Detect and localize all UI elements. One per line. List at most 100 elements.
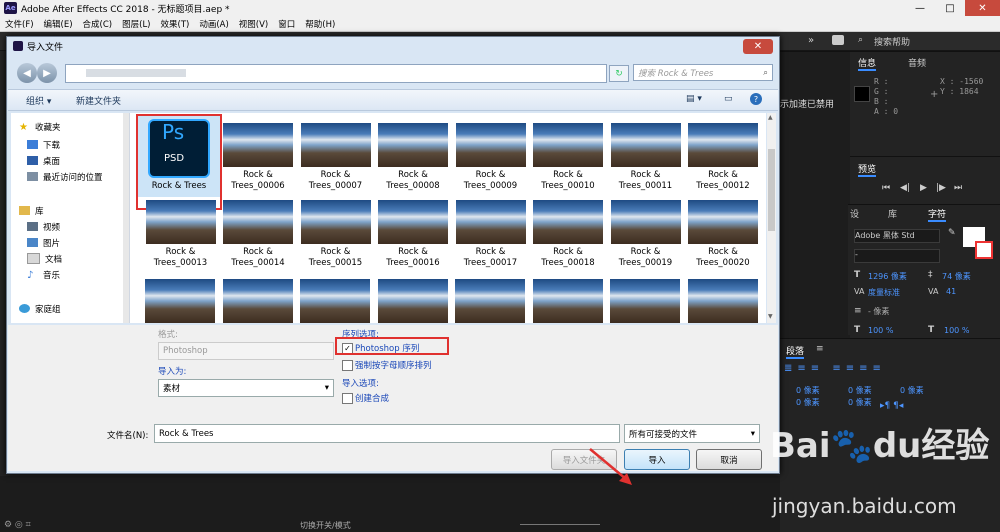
toolbar-expand-icon[interactable]: » [808, 35, 814, 46]
file-tile[interactable]: Rock & Trees_00009 [452, 123, 529, 192]
direction-buttons[interactable]: ▸¶ ¶◂ [880, 401, 903, 411]
menu-file[interactable]: 文件(F) [5, 18, 34, 30]
search-help-label[interactable]: 搜索帮助 [874, 35, 910, 48]
indent-first-value[interactable]: 0 像素 [900, 385, 924, 396]
dialog-close-button[interactable]: ✕ [743, 39, 773, 54]
new-folder-button[interactable]: 新建文件夹 [76, 94, 121, 107]
image-thumbnail-partial[interactable] [300, 279, 370, 323]
tab-paragraph[interactable]: 段落 [786, 344, 805, 359]
address-input[interactable] [65, 64, 607, 83]
nav-videos[interactable]: 视频 [27, 219, 60, 234]
create-comp-checkbox[interactable] [342, 393, 353, 404]
menu-edit[interactable]: 编辑(E) [44, 18, 73, 30]
tab-character[interactable]: 字符 [928, 207, 947, 222]
image-thumbnail-partial[interactable] [145, 279, 215, 323]
create-comp-label[interactable]: 创建合成 [355, 392, 389, 404]
menu-animation[interactable]: 动画(A) [199, 18, 228, 30]
tab-library[interactable]: 库 [888, 207, 897, 220]
nav-pictures[interactable]: 图片 [27, 235, 60, 250]
tab-settings-truncated[interactable]: 设 [850, 207, 859, 220]
menu-window[interactable]: 窗口 [278, 18, 295, 30]
filetype-select[interactable]: 所有可接受的文件 ▾ [624, 424, 760, 443]
preview-pane-icon[interactable]: ▭ [724, 94, 733, 104]
file-tile[interactable]: Rock & Trees_00007 [297, 123, 374, 192]
nav-music[interactable]: ♪ 音乐 [27, 267, 60, 282]
timeline-icons[interactable]: ⚙ ◎ ⌗ [4, 520, 31, 530]
force-alpha-label[interactable]: 强制按字母顺序排列 [355, 359, 432, 371]
view-options-icon[interactable]: ▤ ▾ [686, 94, 702, 104]
scroll-thumb[interactable] [768, 149, 775, 231]
minimize-button[interactable]: — [905, 0, 935, 16]
scroll-down-icon[interactable]: ▼ [768, 313, 773, 320]
file-tile[interactable]: Rock & Trees_00006 [220, 123, 297, 192]
vertical-scale-value[interactable]: 100 % [868, 326, 893, 335]
image-thumbnail-partial[interactable] [222, 279, 293, 323]
nav-download[interactable]: 下载 [27, 137, 60, 152]
file-tile[interactable]: Rock & Trees_00013 [142, 200, 219, 269]
nav-libraries[interactable]: 库 [19, 203, 44, 218]
workspace-icon[interactable] [832, 35, 844, 45]
stroke-color-swatch[interactable] [975, 241, 993, 259]
filename-input[interactable]: Rock & Trees [154, 424, 620, 443]
kerning-value[interactable]: 度量标准 [868, 287, 900, 298]
file-tile[interactable]: Rock & Trees_00012 [685, 123, 762, 192]
file-tile[interactable]: Rock & Trees_00015 [297, 200, 374, 269]
align-buttons[interactable]: ≣≡≡ ≡≡≡≡ [784, 363, 886, 374]
stroke-width-value[interactable]: - 像素 [868, 306, 889, 317]
menu-help[interactable]: 帮助(H) [305, 18, 335, 30]
image-thumbnail-partial[interactable] [610, 279, 680, 323]
import-as-select[interactable]: 素材 ▾ [158, 379, 334, 397]
tab-info[interactable]: 信息 [858, 56, 877, 71]
play-icon[interactable]: ▶ [920, 183, 927, 193]
image-thumbnail-partial[interactable] [687, 279, 758, 323]
horizontal-scale-value[interactable]: 100 % [944, 326, 969, 335]
tab-audio[interactable]: 音频 [908, 56, 926, 69]
toggle-switches-label[interactable]: 切换开关/模式 [300, 520, 351, 531]
file-tile[interactable]: Rock & Trees_00017 [452, 200, 529, 269]
format-select[interactable]: Photoshop [158, 342, 334, 360]
organize-menu[interactable]: 组织 ▾ [26, 94, 51, 107]
nav-documents[interactable]: 文档 [27, 251, 62, 266]
menu-effect[interactable]: 效果(T) [161, 18, 190, 30]
file-tile[interactable]: Rock & Trees_00016 [375, 200, 452, 269]
file-tile[interactable]: Rock & Trees_00018 [530, 200, 607, 269]
maximize-button[interactable]: □ [935, 0, 965, 16]
menu-view[interactable]: 视图(V) [239, 18, 268, 30]
force-alpha-checkbox[interactable] [342, 360, 353, 371]
nav-scrollbar[interactable] [123, 113, 129, 323]
nav-recent[interactable]: 最近访问的位置 [27, 169, 103, 184]
tab-preview[interactable]: 预览 [858, 162, 877, 177]
image-thumbnail-partial[interactable] [377, 279, 448, 323]
cancel-button[interactable]: 取消 [696, 449, 762, 470]
help-icon[interactable]: ? [750, 93, 762, 105]
zoom-slider[interactable] [520, 524, 600, 525]
font-family-select[interactable]: Adobe 黑体 Std [854, 229, 940, 243]
leading-value[interactable]: 74 像素 [942, 271, 971, 282]
search-input[interactable]: 搜索 Rock & Trees ⌕ [633, 64, 773, 81]
file-tile[interactable]: Rock & Trees_00008 [375, 123, 452, 192]
font-size-value[interactable]: 1296 像素 [868, 271, 907, 282]
nav-favorites[interactable]: ★ 收藏夹 [19, 119, 61, 134]
font-style-select[interactable]: - [854, 249, 940, 263]
file-tile[interactable]: Rock & Trees_00019 [607, 200, 684, 269]
image-thumbnail-partial[interactable] [532, 279, 603, 323]
tracking-value[interactable]: 41 [946, 287, 956, 296]
file-tile[interactable]: Rock & Trees_00020 [685, 200, 762, 269]
refresh-icon[interactable]: ↻ [609, 65, 629, 82]
file-tile[interactable]: Rock & Trees_00014 [220, 200, 297, 269]
indent-left-value[interactable]: 0 像素 [796, 385, 820, 396]
menu-composition[interactable]: 合成(C) [83, 18, 113, 30]
paragraph-menu-icon[interactable]: ≡ [816, 344, 824, 354]
file-tile[interactable]: Rock & Trees_00011 [607, 123, 684, 192]
eyedropper-icon[interactable]: ✎ [948, 228, 956, 238]
first-frame-icon[interactable]: ⏮ [882, 183, 890, 193]
file-tile[interactable]: Rock & Trees_00010 [530, 123, 607, 192]
close-app-button[interactable]: ✕ [965, 0, 1000, 16]
prev-frame-icon[interactable]: ◀| [900, 183, 910, 193]
scroll-up-icon[interactable]: ▲ [768, 114, 773, 121]
back-arrow-icon[interactable]: ◀ [17, 63, 37, 83]
forward-arrow-icon[interactable]: ▶ [37, 63, 57, 83]
nav-desktop[interactable]: 桌面 [27, 153, 60, 168]
space-after-value[interactable]: 0 像素 [848, 397, 872, 408]
menu-layer[interactable]: 图层(L) [122, 18, 150, 30]
